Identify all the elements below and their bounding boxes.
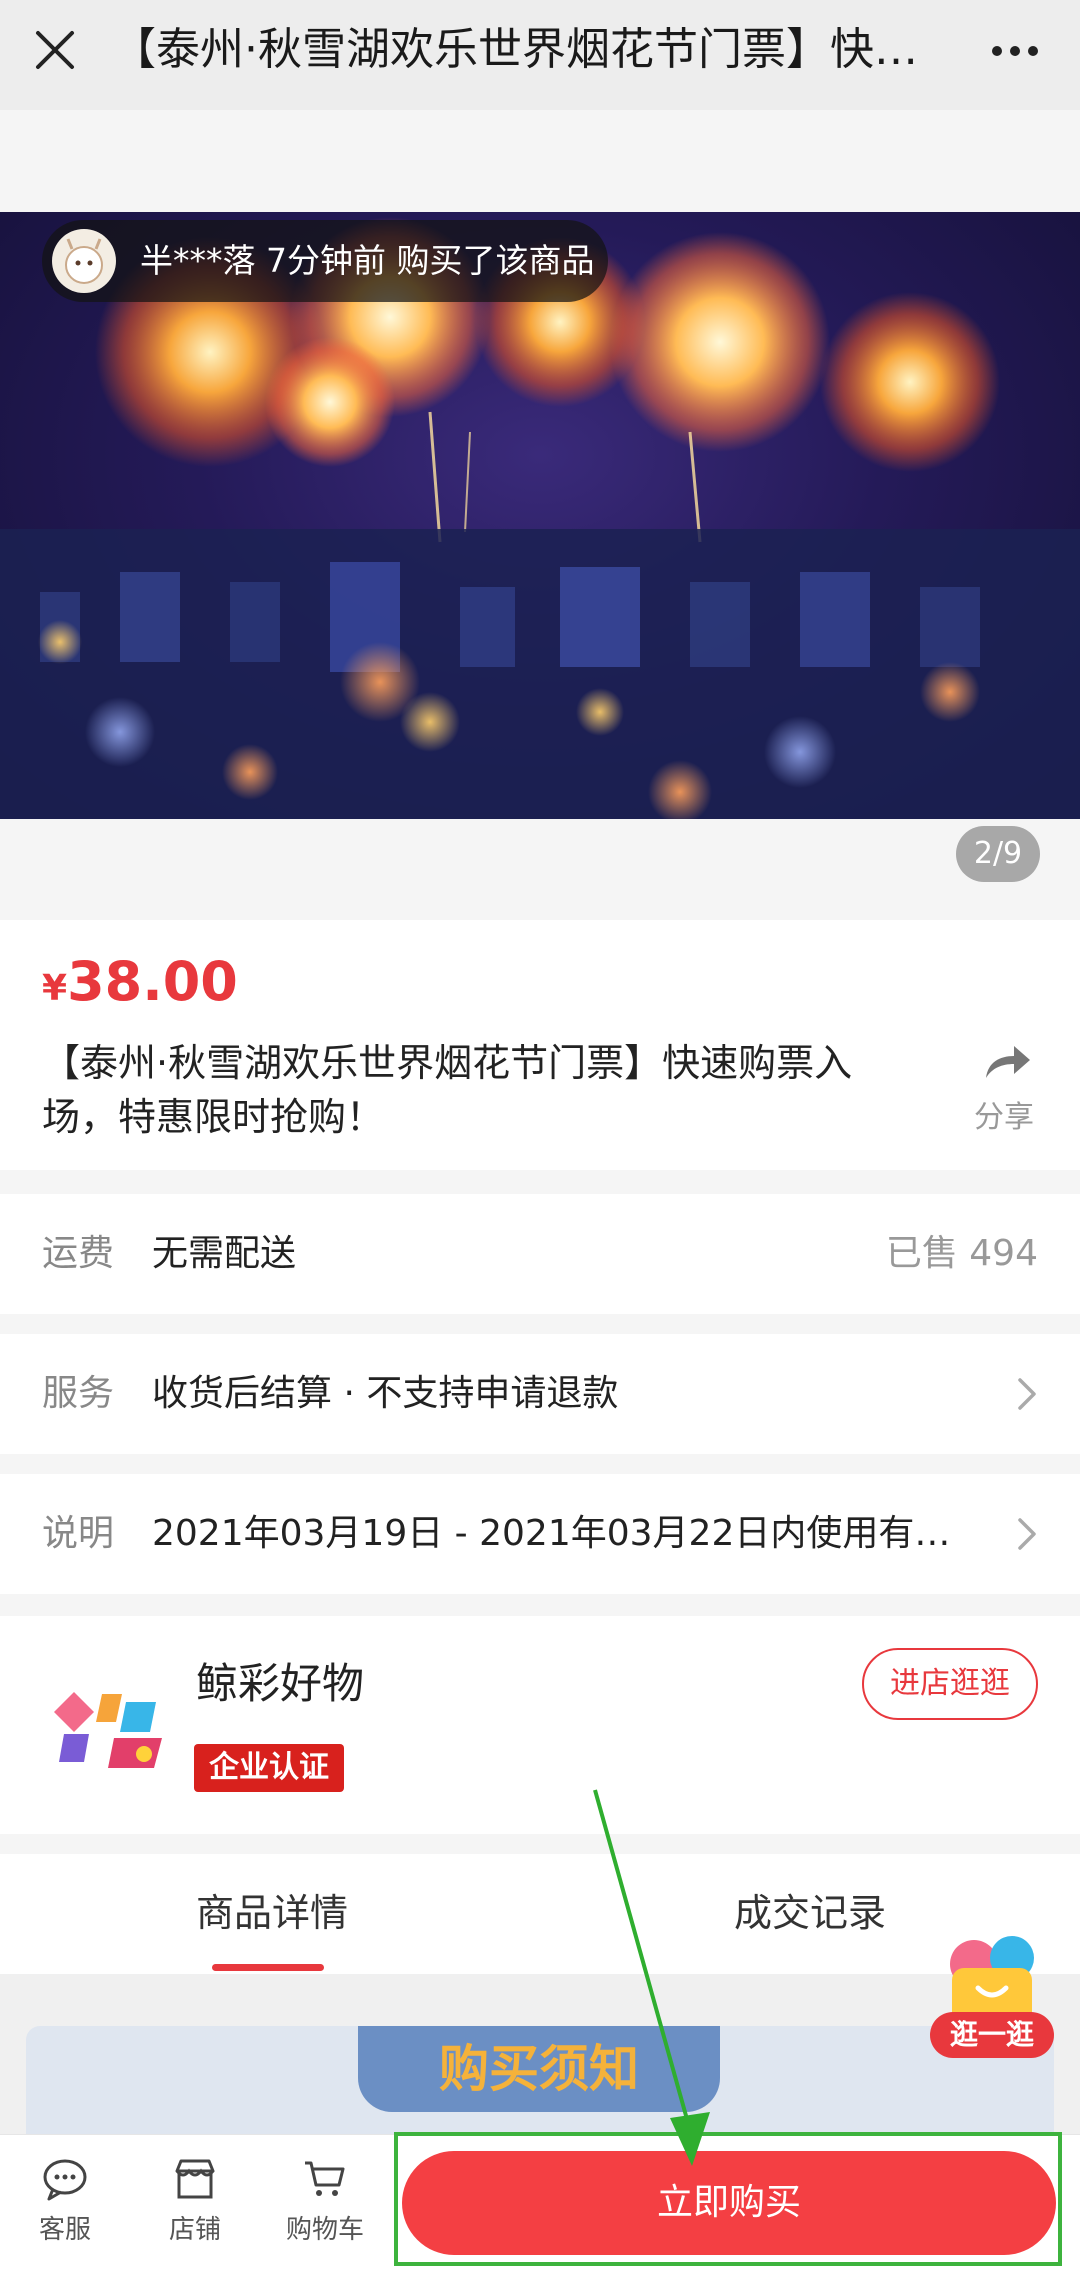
store-button[interactable]: 店铺: [140, 2155, 250, 2265]
shop-card: 鲸彩好物 企业认证 进店逛逛: [0, 1616, 1080, 1834]
top-bar: 【泰州·秋雪湖欢乐世界烟花节门票】快速购票入场，特惠限时抢购！: [0, 0, 1080, 110]
avatar: [52, 229, 116, 293]
customer-service-label: 客服: [38, 2215, 91, 2245]
product-title: 【泰州·秋雪湖欢乐世界烟花节门票】快速购票入场，特惠限时抢购！: [42, 1041, 853, 1139]
shop-name: 鲸彩好物: [196, 1659, 365, 1708]
browse-float-button[interactable]: 逛一逛: [930, 1930, 1054, 2058]
sold-count: 已售 494: [885, 1233, 1038, 1274]
browse-label: 逛一逛: [930, 2012, 1054, 2058]
cart-label: 购物车: [285, 2215, 364, 2245]
service-label: 服务: [42, 1373, 115, 1414]
cart-icon: [305, 2161, 345, 2196]
shop-logo: [54, 1692, 162, 1768]
description-label: 说明: [42, 1513, 115, 1554]
more-button[interactable]: [980, 20, 1050, 80]
share-icon: [986, 1046, 1030, 1078]
price-amount: 38.00: [67, 950, 238, 1013]
price: ¥38.00: [42, 950, 238, 1013]
highlight-box: [394, 2132, 1062, 2266]
product-image-carousel[interactable]: [0, 212, 1080, 819]
visit-shop-button[interactable]: 进店逛逛: [862, 1648, 1038, 1720]
active-tab-indicator: [212, 1964, 324, 1971]
share-button[interactable]: 分享: [964, 1038, 1044, 1135]
store-label: 店铺: [168, 2215, 221, 2245]
shipping-value: 无需配送: [152, 1233, 297, 1274]
fireworks-image: [0, 217, 1080, 819]
product-details-area: 购买须知: [0, 1974, 1080, 2226]
description-row[interactable]: 说明 2021年03月19日 - 2021年03月22日内使用有效...: [0, 1474, 1080, 1594]
currency-symbol: ¥: [42, 968, 68, 1009]
shipping-row: 运费 无需配送 已售 494: [0, 1194, 1080, 1314]
chevron-right-icon: [1018, 1378, 1036, 1410]
cart-button[interactable]: 购物车: [270, 2155, 380, 2265]
store-icon: [175, 2159, 215, 2199]
more-icon: [992, 46, 1002, 56]
page-title: 【泰州·秋雪湖欢乐世界烟花节门票】快速购票入场，特惠限时抢购！: [112, 24, 952, 75]
tab-transaction-records[interactable]: 成交记录: [734, 1888, 886, 1938]
shipping-label: 运费: [42, 1233, 115, 1274]
service-row[interactable]: 服务 收货后结算 · 不支持申请退款: [0, 1334, 1080, 1454]
close-icon: [36, 31, 74, 69]
description-value: 2021年03月19日 - 2021年03月22日内使用有效...: [152, 1513, 972, 1554]
toast-text: 半***落 7分钟前 购买了该商品: [140, 241, 595, 280]
tab-product-details[interactable]: 商品详情: [196, 1888, 348, 1938]
detail-tabs: 商品详情 成交记录: [0, 1854, 1080, 1974]
chevron-right-icon: [1018, 1518, 1036, 1550]
service-value: 收货后结算 · 不支持申请退款: [152, 1373, 619, 1414]
chat-icon: [43, 2159, 87, 2201]
enterprise-cert-badge: 企业认证: [194, 1744, 344, 1792]
customer-service-button[interactable]: 客服: [10, 2155, 120, 2265]
image-pager: 2/9: [956, 826, 1040, 882]
share-label: 分享: [974, 1100, 1034, 1135]
purchase-notice-title: 购买须知: [358, 2026, 720, 2112]
recent-purchase-toast: 半***落 7分钟前 购买了该商品: [42, 220, 608, 302]
price-card: ¥38.00 【泰州·秋雪湖欢乐世界烟花节门票】快速购票入场，特惠限时抢购！ 分…: [0, 920, 1080, 1170]
close-button[interactable]: [20, 15, 90, 85]
